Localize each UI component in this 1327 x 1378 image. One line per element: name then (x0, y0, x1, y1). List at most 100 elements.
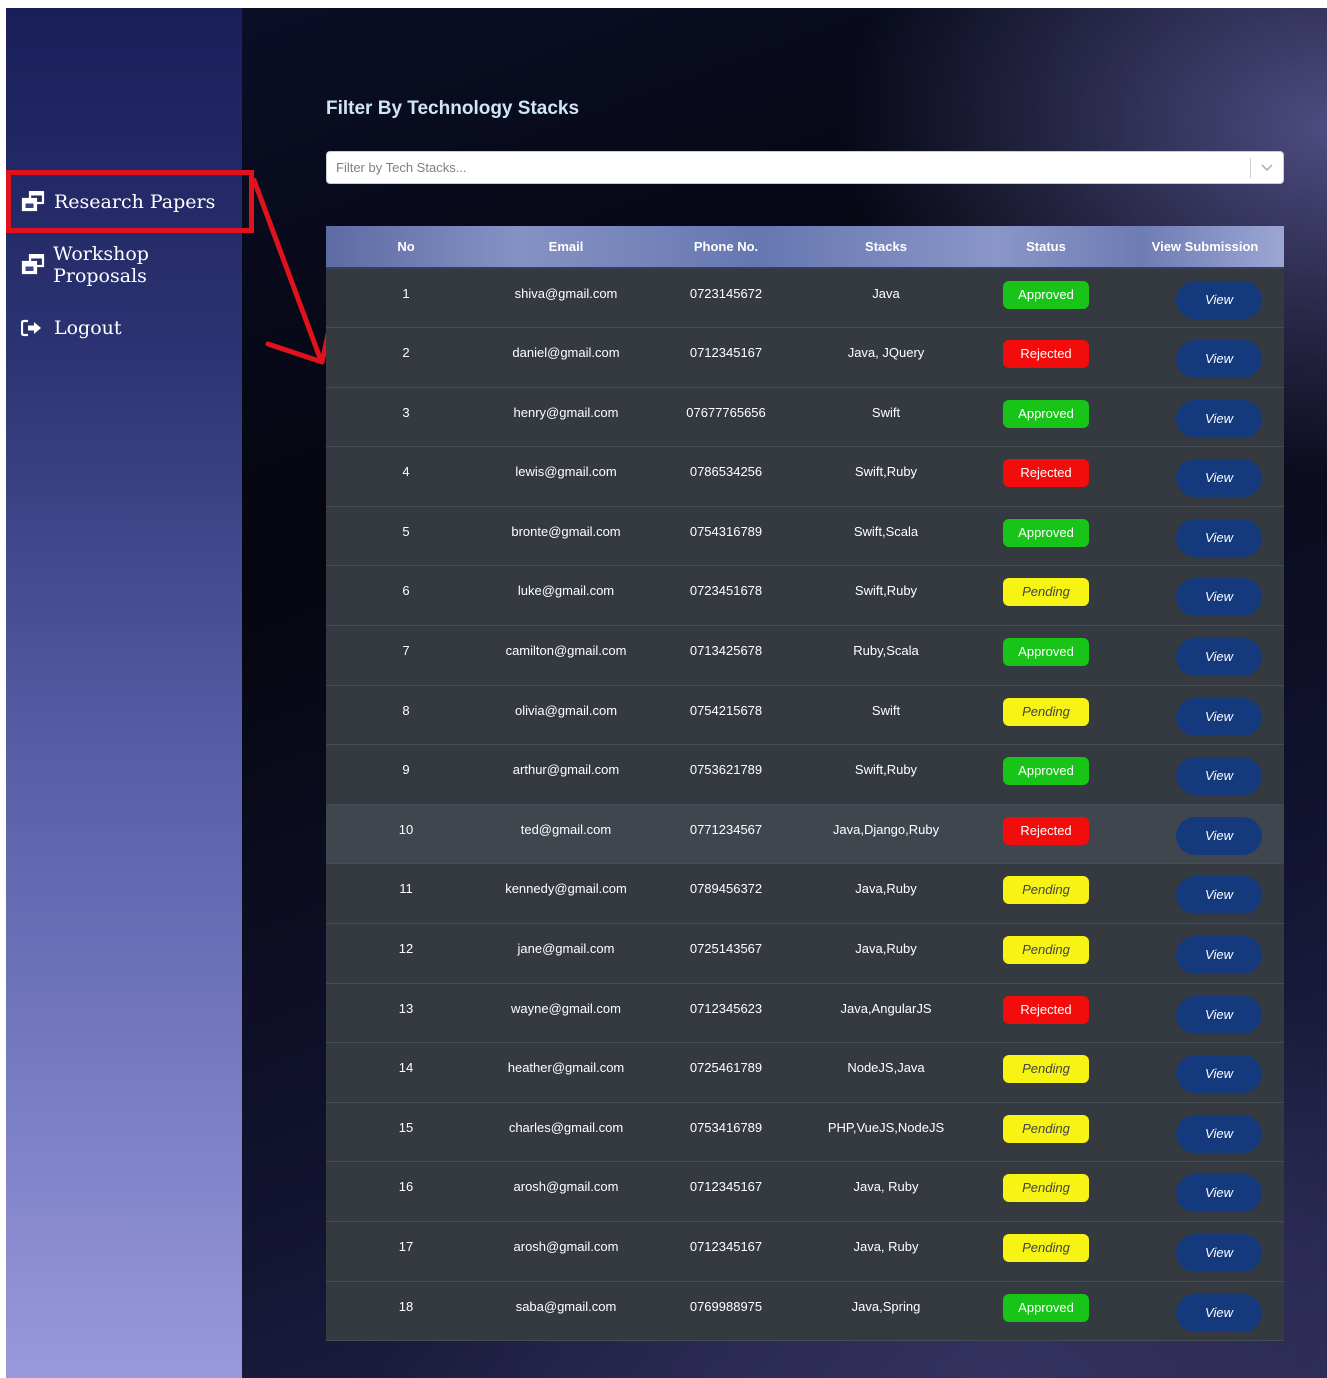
column-header: Status (966, 226, 1126, 269)
row-status-cell: Rejected (966, 447, 1126, 507)
row-view-cell: View (1126, 626, 1284, 686)
view-submission-button[interactable]: View (1176, 936, 1262, 975)
row-stacks: NodeJS,Java (847, 1060, 925, 1076)
row-number: 7 (402, 643, 410, 659)
row-stacks: Swift (871, 702, 901, 718)
column-header: Email (486, 226, 646, 269)
row-number: 8 (402, 702, 410, 718)
status-badge: Pending (1003, 1055, 1089, 1084)
row-email: kennedy@gmail.com (505, 881, 627, 897)
row-status-cell: Pending (966, 1162, 1126, 1222)
row-number: 15 (398, 1119, 414, 1135)
row-number: 5 (402, 523, 410, 539)
row-status-cell: Approved (966, 387, 1126, 447)
status-badge: Approved (1003, 518, 1089, 547)
view-submission-button[interactable]: View (1176, 816, 1262, 855)
windows-icon (21, 253, 46, 276)
view-submission-button[interactable]: View (1176, 1174, 1262, 1213)
row-email: henry@gmail.com (513, 404, 619, 420)
row-view-cell: View (1126, 1281, 1284, 1341)
row-stacks: Ruby,Scala (853, 643, 919, 659)
table-row: 1 shiva@gmail.com 0723145672 Java Approved Vi… (326, 268, 1284, 328)
row-phone: 0723145672 (689, 286, 763, 301)
row-email: wayne@gmail.com (510, 1000, 621, 1016)
table-row: 11 kennedy@gmail.com 0789456372 Java,Ruby Pe… (326, 863, 1284, 924)
view-submission-button[interactable]: View (1176, 1055, 1262, 1094)
view-submission-button[interactable]: View (1176, 757, 1262, 796)
row-status-cell: Pending (966, 1222, 1126, 1282)
table-row: 16 arosh@gmail.com 0712345167 Java, Ruby Pen… (326, 1161, 1284, 1222)
row-view-cell: View (1126, 387, 1284, 447)
row-number: 11 (399, 881, 413, 897)
tech-stack-filter[interactable] (326, 151, 1284, 184)
view-submission-button[interactable]: View (1176, 1114, 1262, 1153)
row-phone: 0725143567 (689, 941, 763, 957)
row-view-cell: View (1126, 745, 1284, 805)
sidebar-item-label: Research Papers (54, 190, 216, 213)
row-email: lewis@gmail.com (515, 464, 617, 480)
view-submission-button[interactable]: View (1176, 518, 1262, 557)
view-submission-button[interactable]: View (1176, 638, 1262, 677)
sidebar-item-label: Logout (54, 316, 122, 339)
row-status-cell: Approved (966, 268, 1126, 328)
row-stacks: Java, Ruby (853, 1179, 919, 1195)
view-submission-button[interactable]: View (1176, 1234, 1262, 1272)
table-row: 10 ted@gmail.com 0771234567 Java,Django,Rub… (326, 804, 1284, 864)
status-badge: Pending (1003, 1114, 1089, 1143)
row-phone: 0789456372 (689, 881, 763, 897)
row-phone: 0754215678 (689, 702, 763, 718)
row-email: luke@gmail.com (517, 583, 615, 599)
row-email: bronte@gmail.com (511, 523, 621, 539)
row-status-cell: Pending (966, 566, 1126, 626)
app-window: Research Papers Workshop Proposals Logou… (6, 8, 1327, 1378)
sign-out-icon (21, 317, 47, 339)
row-email: arosh@gmail.com (513, 1239, 619, 1254)
row-view-cell: View (1126, 447, 1284, 507)
row-stacks: PHP,VueJS,NodeJS (827, 1119, 945, 1135)
view-submission-button[interactable]: View (1176, 459, 1262, 498)
view-submission-button[interactable]: View (1176, 281, 1262, 319)
row-view-cell: View (1126, 566, 1284, 626)
row-email: olivia@gmail.com (514, 702, 618, 718)
sidebar-item-research-papers[interactable]: Research Papers (6, 170, 254, 233)
table-row: 2 daniel@gmail.com 0712345167 Java, JQuery R… (326, 327, 1284, 388)
row-view-cell: View (1126, 1222, 1284, 1282)
table-row: 18 saba@gmail.com 0769988975 Java,Spring App… (326, 1281, 1284, 1341)
row-email: daniel@gmail.com (512, 345, 620, 361)
row-phone: 0753621789 (689, 762, 763, 778)
row-view-cell: View (1126, 268, 1284, 328)
table-row: 8 olivia@gmail.com 0754215678 Swift Pending V… (326, 685, 1284, 745)
status-badge: Approved (1003, 281, 1089, 309)
table-row: 4 lewis@gmail.com 0786534256 Swift,Ruby Reje… (326, 446, 1284, 507)
sidebar-item-label: Workshop Proposals (53, 242, 149, 287)
view-submission-button[interactable]: View (1176, 399, 1262, 438)
row-number: 2 (402, 345, 410, 361)
row-phone: 0712345167 (689, 1239, 763, 1254)
row-stacks: Swift,Ruby (854, 464, 918, 480)
row-status-cell: Pending (966, 685, 1126, 745)
table-row: 6 luke@gmail.com 0723451678 Swift,Ruby Pendi… (326, 565, 1284, 626)
row-number: 6 (402, 583, 410, 599)
view-submission-button[interactable]: View (1176, 1293, 1262, 1332)
chevron-down-icon[interactable] (1251, 151, 1283, 184)
sidebar-item-workshop-proposals[interactable]: Workshop Proposals (6, 233, 242, 296)
sidebar-item-logout[interactable]: Logout (6, 296, 242, 359)
view-submission-button[interactable]: View (1176, 340, 1262, 379)
row-phone: 0786534256 (689, 464, 763, 480)
column-header: Phone No. (646, 226, 806, 269)
table-row: 9 arthur@gmail.com 0753621789 Swift,Ruby App… (326, 744, 1284, 805)
tech-stack-filter-input[interactable] (327, 160, 1250, 175)
row-status-cell: Pending (966, 1043, 1126, 1103)
row-number: 13 (398, 1000, 414, 1016)
row-email: saba@gmail.com (515, 1298, 617, 1314)
view-submission-button[interactable]: View (1176, 697, 1262, 736)
column-header: No (326, 226, 486, 269)
sidebar: Research Papers Workshop Proposals Logou… (6, 8, 254, 1378)
view-submission-button[interactable]: View (1176, 578, 1262, 617)
row-stacks: Java,Spring (851, 1298, 921, 1314)
row-stacks: Swift,Scala (853, 523, 919, 539)
row-number: 12 (398, 941, 414, 957)
view-submission-button[interactable]: View (1176, 876, 1262, 915)
view-submission-button[interactable]: View (1176, 995, 1262, 1034)
row-view-cell: View (1126, 804, 1284, 864)
